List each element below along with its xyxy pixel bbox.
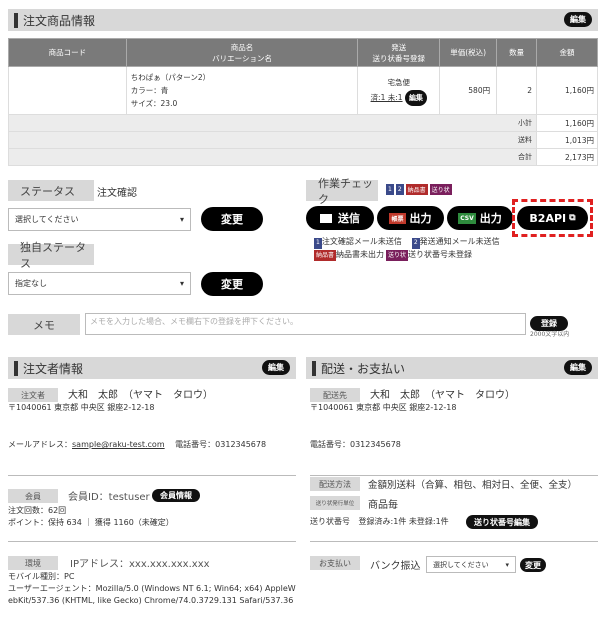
orderer-contact: メールアドレス：sample@raku-test.com 電話番号：031234… (8, 440, 267, 449)
orderer-name: 大和 太郎 （ヤマト タロウ） (68, 390, 213, 401)
csv-icon: CSV (458, 212, 476, 224)
memo-label: メモ (8, 314, 80, 335)
cell-code (8, 66, 127, 115)
chevron-down-icon: ▾ (179, 279, 184, 288)
divider (8, 475, 296, 476)
form-icon: 帳票 (389, 212, 406, 224)
external-link-icon: ⧉ (569, 213, 576, 223)
pay-select[interactable]: 選択してください ▾ (426, 556, 516, 573)
order-count: 注文回数：62回 (8, 506, 67, 515)
delivery-header: 配送・お支払い 編集 (306, 357, 598, 379)
unit-tag: 送り状発行単位 (310, 496, 360, 510)
status-label: ステータス (8, 180, 94, 201)
cell-price: 580円 (439, 66, 498, 115)
own-status-label: 独自ステータス (8, 241, 94, 270)
invoice-icon: 納品書 (405, 184, 428, 195)
label-icon: 送り状 (429, 184, 452, 195)
col-amount: 金額 (536, 38, 598, 67)
method-tag: 配送方法 (310, 477, 360, 491)
dest-tag: 配送先 (310, 388, 360, 402)
order-items-title: 注文商品情報 (23, 13, 96, 28)
delivery-edit-button[interactable]: 編集 (564, 360, 592, 375)
pay-change-button[interactable]: 変更 (520, 558, 546, 572)
orderer-tag: 注文者 (8, 388, 58, 402)
ip-address: IPアドレス：xxx.xxx.xxx.xxx (70, 559, 210, 570)
print-button[interactable]: 帳票 出力 (377, 206, 444, 230)
divider (8, 541, 296, 542)
delivery-title: 配送・お支払い (321, 361, 406, 376)
tracking-edit-button[interactable]: 送り状番号編集 (466, 515, 538, 529)
col-ship: 発送 送り状番号登録 (357, 38, 441, 67)
memo-textarea[interactable]: メモを入力した場合、メモ欄右下の登録を押下ください。 (85, 313, 526, 335)
b2api-button[interactable]: B2API ⧉ (517, 206, 588, 230)
customer-title: 注文者情報 (23, 361, 84, 376)
table-row: ちわぱぁ（パターン2） カラー：青 サイズ：23.0 宅急便 済:1 未:1 編… (8, 66, 598, 115)
chevron-down-icon: ▾ (179, 215, 184, 224)
dest-name: 大和 太郎 （ヤマト タロウ） (370, 390, 515, 401)
pay-method: バンク振込 (370, 561, 421, 572)
shipping-fee-row: 送料 1,013円 (7, 131, 598, 149)
memo-limit-text: 2000文字以内 (530, 331, 570, 338)
total-row: 合計 2,173円 (7, 148, 598, 166)
orderer-address: 〒1040061 東京都 中央区 銀座2-12-18 (8, 403, 155, 412)
mail2-icon: 2 (395, 184, 404, 195)
cell-ship: 宅急便 済:1 未:1 編集 (357, 66, 441, 115)
table-header-row: 商品コード 商品名 バリエーション名 発送 送り状番号登録 単価(税込) 数量 金額 (8, 38, 598, 67)
cell-amount: 1,160円 (536, 66, 598, 115)
mail1-icon: 1 (386, 184, 394, 195)
own-status-select[interactable]: 指定なし ▾ (8, 272, 191, 295)
dest-address: 〒1040061 東京都 中央区 銀座2-12-18 (310, 403, 457, 412)
mobile-type: モバイル種別：PC (8, 572, 75, 581)
tracking-row: 送り状番号 登録済み:1件 未登録:1件 (310, 517, 449, 526)
chevron-down-icon: ▾ (505, 560, 509, 569)
col-qty: 数量 (496, 38, 538, 67)
work-check-legend: 1 注文確認メール未送信 2 発送通知メール未送信 納品書 納品書未出力 送り状 送り状… (314, 236, 604, 261)
divider (310, 475, 598, 476)
customer-header: 注文者情報 編集 (8, 357, 296, 379)
col-name: 商品名 バリエーション名 (125, 38, 359, 67)
member-id: 会員ID：testuser (68, 492, 150, 503)
order-items-header: 注文商品情報 編集 (8, 9, 598, 31)
ship-edit-button[interactable]: 編集 (404, 89, 427, 106)
cell-name: ちわぱぁ（パターン2） カラー：青 サイズ：23.0 (125, 66, 359, 115)
order-items-edit-button[interactable]: 編集 (564, 12, 592, 27)
customer-edit-button[interactable]: 編集 (262, 360, 290, 375)
subtotal-row: 小計 1,160円 (7, 114, 598, 132)
user-agent: ユーザーエージェント：Mozilla/5.0 (Windows NT 6.1; … (8, 584, 296, 605)
env-tag: 環境 (8, 556, 58, 570)
ship-method: 金額別送料（合算、相包、相対日、全便、全支） (368, 480, 578, 491)
envelope-icon (320, 213, 332, 223)
status-value: 注文確認 (97, 188, 137, 199)
status-select[interactable]: 選択してください ▾ (8, 208, 191, 231)
section-bar (312, 360, 316, 376)
legend-item: 1 注文確認メール未送信 (314, 236, 402, 249)
col-price: 単価(税込) (439, 38, 498, 67)
work-check-icons: 1 2 納品書 送り状 (386, 184, 452, 195)
cell-qty: 2 (496, 66, 538, 115)
csv-button[interactable]: CSV 出力 (447, 206, 513, 230)
points: ポイント：保持 634 ｜ 獲得 1160（未確定） (8, 518, 174, 527)
pay-tag: お支払い (310, 556, 360, 570)
send-button[interactable]: 送信 (306, 206, 374, 230)
work-check-label: 作業チェック (306, 177, 378, 206)
order-items-table: 商品コード 商品名 バリエーション名 発送 送り状番号登録 単価(税込) 数量 金額… (7, 38, 598, 166)
ship-unit: 商品毎 (368, 500, 398, 511)
legend-item: 2 発送通知メール未送信 (411, 236, 500, 249)
col-code: 商品コード (8, 38, 127, 67)
legend-item: 送り状 送り状番号未登録 (386, 249, 472, 261)
section-bar (14, 360, 18, 376)
email-link[interactable]: sample@raku-test.com (72, 440, 165, 449)
ship-status-link[interactable]: 済:1 未:1 (371, 93, 403, 102)
status-change-button[interactable]: 変更 (201, 207, 263, 231)
member-tag: 会員 (8, 489, 58, 503)
dest-phone: 電話番号：0312345678 (310, 440, 401, 449)
own-status-change-button[interactable]: 変更 (201, 272, 263, 296)
legend-item: 納品書 納品書未出力 (314, 249, 384, 261)
divider (310, 541, 598, 542)
member-info-button[interactable]: 会員情報 (152, 489, 200, 502)
section-bar (14, 12, 18, 28)
